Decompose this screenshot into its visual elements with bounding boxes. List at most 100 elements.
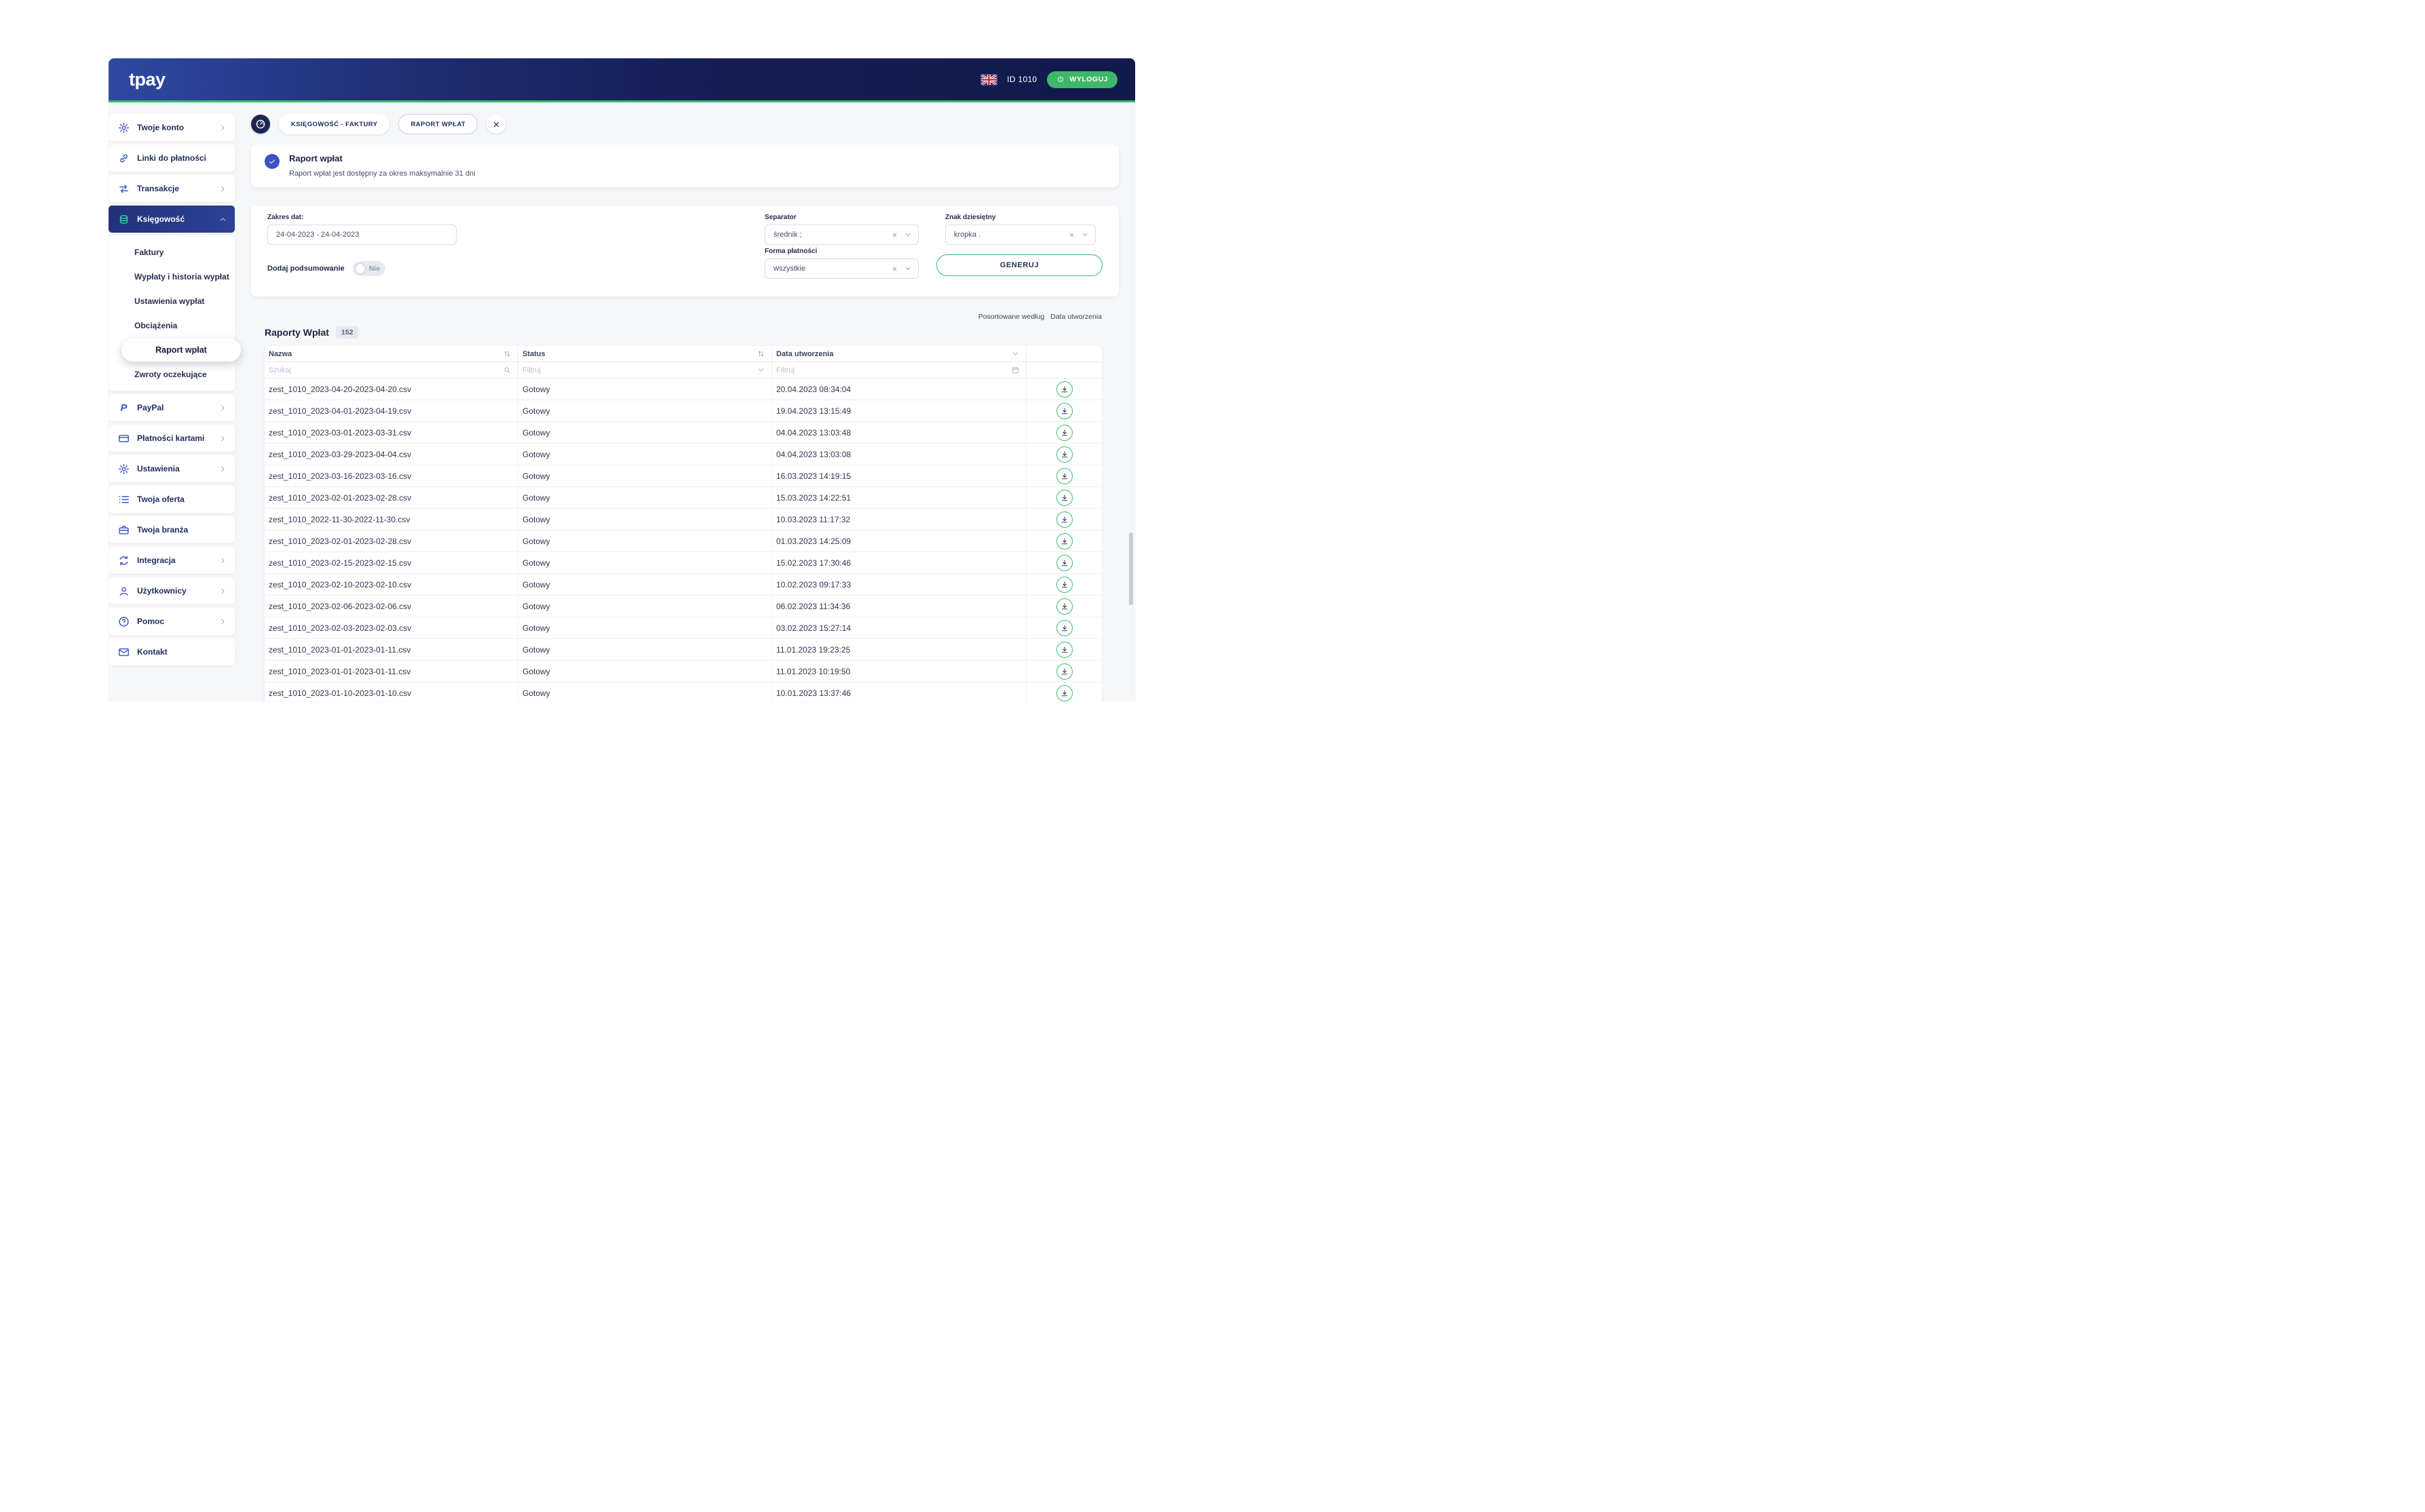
chevron-right-icon <box>219 124 227 132</box>
tab-raport-wplat[interactable]: RAPORT WPŁAT <box>398 114 478 134</box>
report-status: Gotowy <box>518 422 772 444</box>
sidebar-item-label: Ustawienia <box>137 464 180 473</box>
tab-ksiegowosc-faktury[interactable]: KSIĘGOWOŚĆ - FAKTURY <box>279 114 389 134</box>
calendar-icon[interactable] <box>1012 366 1019 374</box>
sort-icon[interactable] <box>757 350 765 357</box>
tpay-logo: tpay <box>129 69 166 90</box>
sidebar-item-twoje-konto[interactable]: Twoje konto <box>109 114 235 141</box>
sidebar-item-label: Twoja oferta <box>137 495 185 504</box>
separator-value: średnik ; <box>774 231 892 239</box>
report-name: zest_1010_2023-02-06-2023-02-06.csv <box>265 596 518 617</box>
report-name: zest_1010_2023-03-01-2023-03-31.csv <box>265 422 518 444</box>
download-button[interactable] <box>1056 511 1073 528</box>
sidebar-item-twoja-oferta[interactable]: Twoja oferta <box>109 486 235 513</box>
download-button[interactable] <box>1056 620 1073 636</box>
separator-select[interactable]: średnik ; <box>765 225 919 245</box>
clear-icon[interactable] <box>892 266 898 272</box>
sidebar-subitem-faktury[interactable]: Faktury <box>109 240 235 265</box>
generuj-button[interactable]: GENERUJ <box>936 254 1103 276</box>
clear-icon[interactable] <box>1069 232 1075 238</box>
logout-button[interactable]: WYLOGUJ <box>1047 71 1118 88</box>
sidebar-item-transakcje[interactable]: Transakcje <box>109 175 235 202</box>
sidebar-item-uzytkownicy[interactable]: Użytkownicy <box>109 577 235 604</box>
sidebar-item-kontakt[interactable]: Kontakt <box>109 638 235 665</box>
download-button[interactable] <box>1056 446 1073 463</box>
download-button[interactable] <box>1056 381 1073 398</box>
sidebar-item-integracja[interactable]: Integracja <box>109 547 235 574</box>
sorted-by-value: Data utworzenia <box>1050 313 1102 321</box>
dashboard-button[interactable] <box>251 115 270 134</box>
sidebar-item-twoja-branza[interactable]: Twoja branża <box>109 516 235 543</box>
sidebar-item-label: Linki do płatności <box>137 153 206 163</box>
report-status: Gotowy <box>518 617 772 639</box>
table-header-row: Nazwa Status Data utworzenia <box>265 346 1102 362</box>
date-range-input[interactable] <box>267 225 457 245</box>
download-button[interactable] <box>1056 555 1073 571</box>
sidebar-item-label: Twoje konto <box>137 123 184 132</box>
clear-icon[interactable] <box>892 232 898 238</box>
sidebar-subitem-ustawienia-wyplat[interactable]: Ustawienia wypłat <box>109 289 235 313</box>
sidebar-item-label: Kontakt <box>137 647 168 657</box>
sidebar-item-platnosci-kartami[interactable]: Płatności kartami <box>109 425 235 452</box>
report-status: Gotowy <box>518 639 772 661</box>
decimal-select[interactable]: kropka . <box>945 225 1096 245</box>
sidebar-subitem-obciazenia[interactable]: Obciążenia <box>109 313 235 338</box>
power-icon <box>1056 75 1065 83</box>
integration-icon <box>118 555 130 566</box>
sidebar-item-pomoc[interactable]: Pomoc <box>109 608 235 635</box>
sidebar-item-linki-do-platnosci[interactable]: Linki do płatności <box>109 144 235 172</box>
sidebar-subitem-label: Obciążenia <box>134 321 177 330</box>
check-icon <box>268 157 276 166</box>
sidebar-item-paypal[interactable]: P PayPal <box>109 394 235 421</box>
table-row: zest_1010_2023-02-15-2023-02-15.csv Goto… <box>265 552 1102 574</box>
column-header-data-utworzenia[interactable]: Data utworzenia <box>772 346 1027 362</box>
download-button[interactable] <box>1056 598 1073 615</box>
payment-group: Forma płatności wszystkie <box>765 248 919 279</box>
sidebar-item-ustawienia[interactable]: Ustawienia <box>109 455 235 482</box>
status-filter-input[interactable] <box>522 366 757 374</box>
report-created: 01.03.2023 14:25:09 <box>772 530 1027 552</box>
download-icon <box>1061 429 1069 437</box>
download-button[interactable] <box>1056 490 1073 506</box>
table-body: zest_1010_2023-04-20-2023-04-20.csv Goto… <box>265 379 1102 701</box>
date-filter-input[interactable] <box>776 366 1012 374</box>
summary-toggle[interactable]: Nie <box>353 261 385 276</box>
sort-icon[interactable] <box>503 350 511 357</box>
search-input[interactable] <box>269 366 503 374</box>
table-row: zest_1010_2023-02-01-2023-02-28.csv Goto… <box>265 530 1102 552</box>
chevron-down-icon[interactable] <box>904 231 911 238</box>
date-range-label: Zakres dat: <box>267 214 457 221</box>
download-button[interactable] <box>1056 685 1073 701</box>
download-button[interactable] <box>1056 577 1073 593</box>
download-button[interactable] <box>1056 663 1073 680</box>
sidebar-subitem-zwroty-oczekujace[interactable]: Zwroty oczekujące <box>109 362 235 387</box>
report-actions-cell <box>1027 422 1102 444</box>
scrollbar-thumb[interactable] <box>1129 532 1133 605</box>
chevron-down-icon[interactable] <box>757 366 765 374</box>
download-button[interactable] <box>1056 403 1073 419</box>
download-icon <box>1061 537 1069 545</box>
payment-select[interactable]: wszystkie <box>765 258 919 279</box>
reports-table: Nazwa Status Data utworzenia <box>265 346 1102 701</box>
report-created: 20.04.2023 08:34:04 <box>772 379 1027 400</box>
chevron-down-icon[interactable] <box>1012 350 1019 357</box>
column-header-nazwa[interactable]: Nazwa <box>265 346 518 362</box>
download-button[interactable] <box>1056 425 1073 441</box>
chevron-down-icon[interactable] <box>1082 231 1088 238</box>
sidebar-subitem-wyplaty-i-historia-wyplat[interactable]: Wypłaty i historia wypłat <box>109 265 235 289</box>
download-button[interactable] <box>1056 468 1073 484</box>
chevron-down-icon[interactable] <box>904 265 911 272</box>
column-header-status[interactable]: Status <box>518 346 772 362</box>
table-row: zest_1010_2023-01-01-2023-01-11.csv Goto… <box>265 661 1102 682</box>
check-circle-icon <box>265 154 280 169</box>
download-icon <box>1061 407 1069 415</box>
sidebar-subitem-raport-wplat[interactable]: Raport wpłat <box>121 338 241 362</box>
navbar-right: ID 1010 WYLOGUJ <box>981 71 1118 88</box>
column-header-actions <box>1027 346 1102 362</box>
download-button[interactable] <box>1056 533 1073 549</box>
sidebar-item-ksiegowosc[interactable]: Księgowość <box>109 206 235 233</box>
close-tab-button[interactable] <box>486 115 505 134</box>
report-name: zest_1010_2023-03-16-2023-03-16.csv <box>265 465 518 487</box>
uk-flag-icon[interactable] <box>981 75 997 85</box>
download-button[interactable] <box>1056 642 1073 658</box>
